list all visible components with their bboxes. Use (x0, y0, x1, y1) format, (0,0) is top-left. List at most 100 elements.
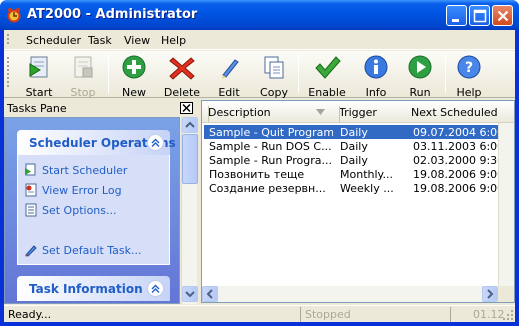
task-link-label: Start Scheduler (42, 164, 128, 177)
table-row[interactable]: Sample - Run DOS C... Daily 03.11.2003 6:0… (204, 139, 501, 153)
task-list-vscrollbar[interactable] (498, 123, 514, 286)
cell-trigger: Daily (340, 140, 368, 153)
menu-bar: Scheduler Task View Help (4, 30, 515, 50)
info-button[interactable]: Info (356, 53, 396, 99)
table-row[interactable]: Позвонить теще Monthly... 19.08.2006 9:00:… (204, 167, 501, 181)
scroll-left-icon[interactable] (202, 286, 218, 302)
cell-next-scheduled: 03.11.2003 6:00:00 (413, 140, 501, 153)
column-label: Next Scheduled (411, 106, 498, 119)
new-button[interactable]: New (114, 53, 154, 99)
task-list: Description Trigger Next Scheduled Sampl… (201, 100, 515, 303)
tasks-pane-title: Tasks Pane (7, 102, 67, 115)
delete-icon (168, 55, 196, 81)
app-icon (6, 7, 22, 23)
enable-icon (313, 55, 341, 81)
column-label: Description (208, 106, 271, 119)
group-title: Task Information (29, 282, 143, 296)
maximize-button[interactable] (469, 5, 490, 26)
column-divider[interactable] (339, 106, 340, 122)
cell-trigger: Daily (340, 154, 368, 167)
status-panel-main: Ready... (4, 307, 300, 322)
cell-description: Sample - Run Progra... (209, 154, 332, 167)
sort-arrow-icon (316, 109, 325, 115)
cell-trigger: Monthly... (340, 168, 393, 181)
task-link-label: View Error Log (42, 184, 122, 197)
status-bar: Ready... Stopped 01.12 (4, 305, 515, 322)
enable-button[interactable]: Enable (307, 53, 347, 99)
cell-next-scheduled: 19.08.2006 9:00:00 (413, 182, 501, 195)
table-row[interactable]: Создание резервн... Weekly ... 19.08.2006 … (204, 181, 501, 195)
help-button[interactable]: ? Help (449, 53, 489, 99)
table-row[interactable]: Sample - Quit Program Daily 09.07.2004 6:0… (204, 125, 501, 139)
tasks-pane-header: Tasks Pane (4, 100, 197, 116)
scroll-up-icon[interactable] (182, 117, 198, 133)
run-button[interactable]: Run (400, 53, 440, 99)
cell-next-scheduled: 19.08.2006 9:00:00 (413, 168, 501, 181)
pencil-icon (24, 243, 38, 257)
cell-next-scheduled: 02.03.2000 9:30:00 (413, 154, 501, 167)
scheduler-operations-header[interactable]: Scheduler Operations (17, 130, 176, 155)
tasks-pane: Tasks Pane Scheduler Operations Start Sc… (4, 100, 198, 304)
cell-description: Создание резервн... (209, 182, 326, 195)
start-icon (25, 55, 53, 81)
options-icon (24, 203, 38, 217)
column-header-next-scheduled[interactable]: Next Scheduled (405, 101, 514, 123)
error-log-icon (24, 183, 38, 197)
task-information-header[interactable]: Task Information (17, 276, 170, 301)
collapse-chevron-icon[interactable] (147, 134, 164, 151)
new-label: New (122, 86, 146, 99)
menu-help[interactable]: Help (161, 34, 186, 47)
edit-button[interactable]: Edit (209, 53, 249, 99)
edit-icon (215, 55, 243, 81)
copy-icon (260, 55, 288, 81)
cell-next-scheduled: 09.07.2004 6:00:00 (413, 126, 501, 139)
client-area: Scheduler Task View Help Start Stop New … (4, 30, 515, 322)
column-divider[interactable] (208, 106, 209, 122)
stop-label: Stop (70, 86, 96, 99)
scheduler-state: Stopped (305, 308, 351, 321)
column-header-trigger[interactable]: Trigger (333, 101, 405, 123)
scroll-down-icon[interactable] (182, 286, 198, 302)
delete-button[interactable]: Delete (162, 53, 202, 99)
svg-text:?: ? (465, 60, 473, 76)
cell-trigger: Weekly ... (340, 182, 394, 195)
task-link-label: Set Options... (42, 204, 117, 217)
stop-button[interactable]: Stop (63, 53, 103, 99)
title-bar[interactable]: AT2000 - Administrator (0, 0, 519, 30)
version-text: 01.12 (473, 308, 505, 321)
app-window: AT2000 - Administrator Scheduler Task Vi… (0, 0, 519, 326)
task-list-hscrollbar[interactable] (202, 286, 498, 302)
delete-label: Delete (163, 86, 201, 99)
task-link-label: Set Default Task... (42, 244, 142, 257)
toolbar-grip (7, 57, 10, 89)
run-icon (406, 55, 434, 81)
menubar-grip (7, 34, 10, 46)
copy-button[interactable]: Copy (254, 53, 294, 99)
scroll-right-icon[interactable] (482, 286, 498, 302)
table-row[interactable]: Sample - Run Progra... Daily 02.03.2000 9:… (204, 153, 501, 167)
new-icon (120, 55, 148, 81)
close-button[interactable] (492, 5, 513, 26)
scheduler-operations-body: Start Scheduler View Error Log Set Optio… (17, 155, 170, 265)
menu-view[interactable]: View (124, 34, 150, 47)
column-label: Trigger (339, 106, 377, 119)
menu-task[interactable]: Task (88, 34, 112, 47)
collapse-chevron-icon[interactable] (147, 280, 164, 297)
minimize-button[interactable] (446, 5, 467, 26)
toolbar: Start Stop New Delete Edit Copy Enable I… (4, 51, 515, 99)
resize-grip-icon[interactable] (503, 310, 514, 321)
start-button[interactable]: Start (19, 53, 59, 99)
pane-close-icon[interactable] (180, 102, 193, 114)
run-label: Run (409, 86, 431, 99)
toolbar-separator (298, 55, 299, 93)
help-icon: ? (455, 55, 483, 81)
scroll-thumb[interactable] (182, 134, 198, 184)
cell-trigger: Daily (340, 126, 368, 139)
status-panel-version: 01.12 (450, 307, 515, 322)
cell-description: Sample - Run DOS C... (209, 140, 332, 153)
window-title: AT2000 - Administrator (27, 7, 198, 22)
tasks-pane-scrollbar[interactable] (181, 117, 198, 304)
menu-scheduler[interactable]: Scheduler (26, 34, 81, 47)
column-header-description[interactable]: Description (202, 101, 333, 123)
info-icon (362, 55, 390, 81)
